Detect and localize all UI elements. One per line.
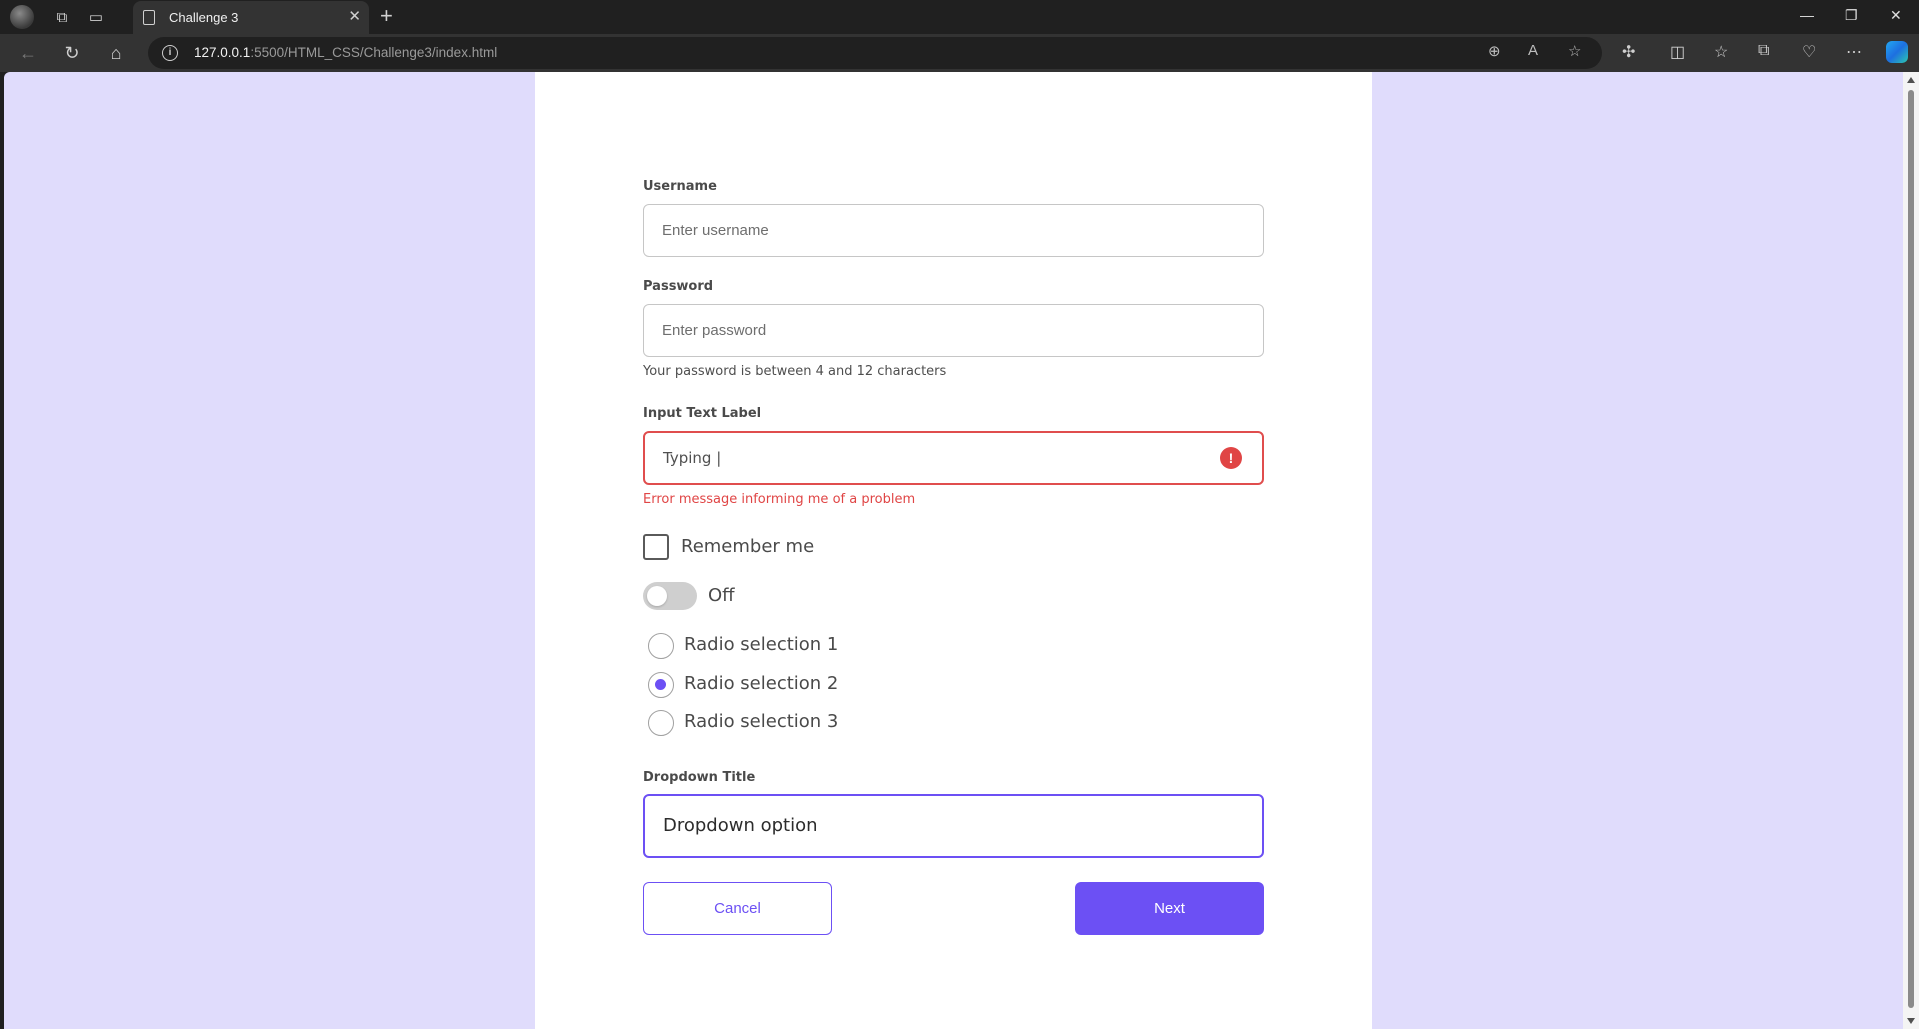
scroll-up-arrow[interactable] [1907,77,1915,83]
close-window-button[interactable]: ✕ [1890,7,1902,24]
new-tab-button[interactable]: + [380,3,393,29]
vertical-tabs-icon[interactable]: ▭ [84,5,108,29]
close-tab-icon[interactable]: ✕ [348,7,361,25]
input-text-label: Input Text Label [643,406,762,421]
dropdown-select[interactable]: Dropdown option [643,794,1264,858]
address-bar[interactable]: i 127.0.0.1:5500/HTML_CSS/Challenge3/ind… [148,37,1602,69]
error-input-value: Typing | [663,449,722,467]
page-scrollbar[interactable] [1903,72,1919,1029]
error-text-input[interactable]: Typing | ! [643,431,1264,485]
url-host: 127.0.0.1 [194,45,251,60]
copilot-icon[interactable] [1886,41,1908,63]
back-icon[interactable]: ← [16,42,40,64]
browser-essentials-icon[interactable]: ♡ [1802,42,1816,62]
url-path: :5500/HTML_CSS/Challenge3/index.html [250,45,498,60]
username-label: Username [643,179,717,194]
error-message: Error message informing me of a problem [643,492,916,507]
radio-selection-2[interactable] [648,672,674,698]
cancel-button[interactable]: Cancel [643,882,832,935]
refresh-icon[interactable]: ↻ [60,42,84,64]
password-helper-text: Your password is between 4 and 12 charac… [643,364,947,379]
url-text[interactable]: 127.0.0.1:5500/HTML_CSS/Challenge3/index… [194,45,497,60]
workspaces-icon[interactable]: ⧉ [50,5,74,29]
scroll-thumb[interactable] [1908,90,1914,1008]
toggle-state-label: Off [708,585,735,606]
dropdown-selected-value: Dropdown option [663,815,818,836]
tab-title: Challenge 3 [169,10,239,25]
zoom-icon[interactable]: ⊕ [1488,42,1501,60]
toggle-knob [647,586,667,606]
collections-icon[interactable]: ⧉ [1758,42,1769,60]
split-screen-icon[interactable]: ◫ [1670,42,1685,62]
favorites-icon[interactable]: ☆ [1714,42,1728,62]
password-label: Password [643,279,714,294]
profile-avatar[interactable] [10,5,34,29]
radio-label-2[interactable]: Radio selection 2 [684,673,838,694]
error-alert-icon: ! [1220,447,1242,469]
restore-button[interactable]: ❐ [1845,7,1858,24]
document-icon [143,10,155,25]
radio-selection-3[interactable] [648,710,674,736]
extensions-icon[interactable]: ✣ [1622,42,1635,62]
next-button[interactable]: Next [1075,882,1264,935]
remember-me-checkbox[interactable] [643,534,669,560]
home-icon[interactable]: ⌂ [104,42,128,64]
radio-label-3[interactable]: Radio selection 3 [684,711,838,732]
tab-challenge-3[interactable]: Challenge 3 ✕ [133,1,369,34]
username-input[interactable] [643,204,1264,257]
radio-label-1[interactable]: Radio selection 1 [684,634,838,655]
remember-me-label[interactable]: Remember me [681,536,814,557]
scroll-down-arrow[interactable] [1907,1018,1915,1024]
site-info-icon[interactable]: i [162,45,178,61]
favorite-star-icon[interactable]: ☆ [1568,42,1581,60]
read-aloud-icon[interactable]: A [1528,42,1538,59]
form-card: Username Password Your password is betwe… [535,72,1372,1029]
more-options-icon[interactable]: ⋯ [1846,42,1862,62]
dropdown-title: Dropdown Title [643,770,756,785]
toggle-switch[interactable] [643,582,697,610]
password-input[interactable] [643,304,1264,357]
tab-strip: ⧉ ▭ Challenge 3 ✕ + — ❐ ✕ [0,0,1919,34]
minimize-button[interactable]: — [1800,7,1814,23]
page-viewport: Username Password Your password is betwe… [4,72,1903,1029]
address-toolbar: ← ↻ ⌂ i 127.0.0.1:5500/HTML_CSS/Challeng… [0,34,1919,72]
radio-selection-1[interactable] [648,633,674,659]
